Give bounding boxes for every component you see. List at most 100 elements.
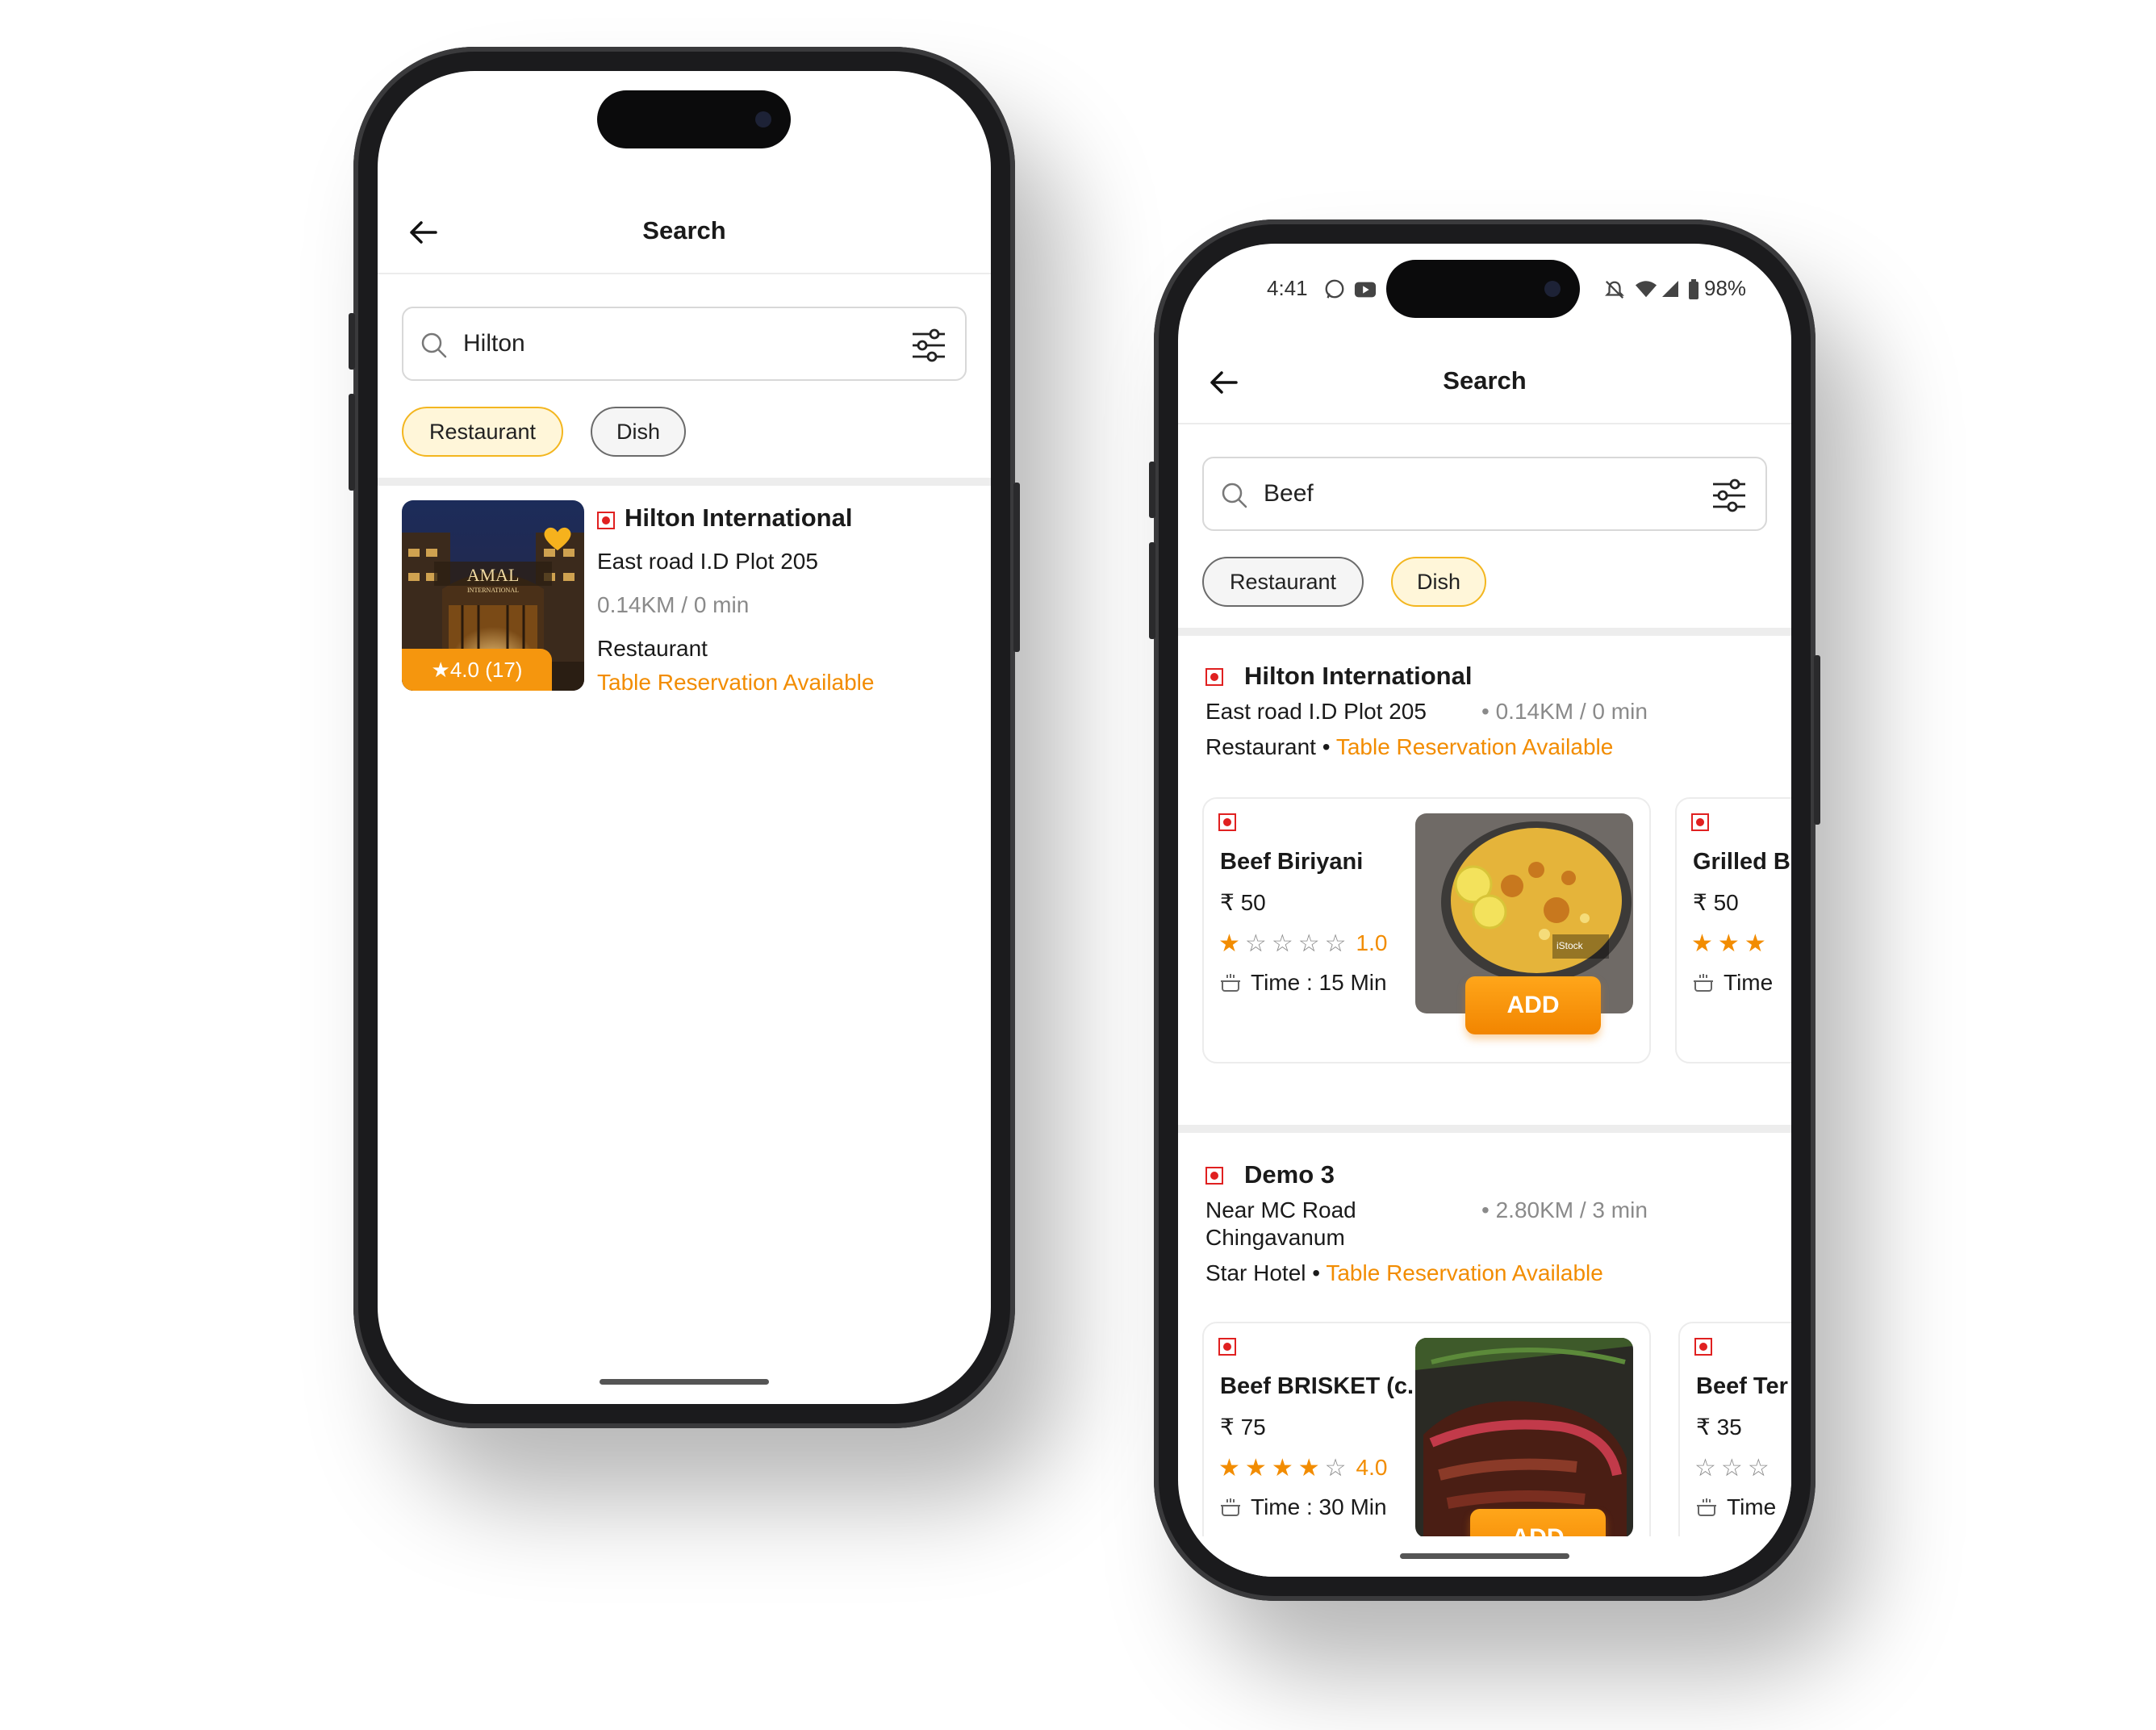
star-filled-icon: ★ xyxy=(1297,1454,1320,1481)
veg-indicator-icon xyxy=(597,512,615,529)
dish-time: Time : 15 Min xyxy=(1220,970,1387,996)
restaurant-category: Restaurant xyxy=(1205,734,1316,759)
restaurant-distance: 0.14KM / 0 min xyxy=(597,592,750,617)
dish-name: Grilled B xyxy=(1693,849,1790,875)
rating-badge-text: 4.0 (17) xyxy=(449,658,523,682)
filter-sliders-icon[interactable] xyxy=(910,328,947,363)
screen: 4:41 98% Search Beef Restaurant Dish Hil… xyxy=(1178,244,1791,1577)
time-text: Time xyxy=(1724,970,1774,995)
star-filled-icon: ★ xyxy=(1691,930,1713,957)
dish-name: Beef BRISKET (c... xyxy=(1220,1373,1427,1399)
chip-restaurant[interactable]: Restaurant xyxy=(402,407,563,457)
cooking-pot-icon xyxy=(1221,1498,1240,1516)
filter-sliders-icon[interactable] xyxy=(1711,478,1748,513)
restaurant-category: Restaurant xyxy=(597,636,708,661)
cooking-pot-icon xyxy=(1221,974,1240,992)
mute-bell-icon xyxy=(1605,280,1624,299)
dish-price: ₹ 50 xyxy=(1693,890,1739,915)
dish-price: ₹ 35 xyxy=(1696,1415,1742,1440)
restaurant-meta: Star Hotel • Table Reservation Available xyxy=(1205,1260,1603,1286)
hotel-sign-subtext: INTERNATIONAL xyxy=(467,587,519,594)
search-input[interactable]: Hilton xyxy=(402,307,967,381)
restaurant-name: Hilton International xyxy=(625,504,853,532)
dynamic-island xyxy=(597,90,791,148)
restaurant-name[interactable]: Hilton International xyxy=(1244,662,1472,691)
whatsapp-icon xyxy=(1325,279,1344,299)
restaurant-category: Star Hotel xyxy=(1205,1260,1306,1285)
home-indicator xyxy=(600,1379,769,1385)
restaurant-address: East road I.D Plot 205 xyxy=(597,549,818,574)
star-empty-icon: ☆ xyxy=(1244,930,1267,957)
divider xyxy=(1178,628,1791,636)
side-button xyxy=(1814,655,1820,825)
add-button[interactable]: ADD xyxy=(1465,976,1601,1034)
page-title: Search xyxy=(1443,366,1527,395)
header: Search xyxy=(378,192,991,274)
veg-indicator-icon xyxy=(1218,813,1236,831)
restaurant-address-line2: Chingavanum xyxy=(1205,1225,1345,1250)
restaurant-meta: Restaurant • Table Reservation Available xyxy=(1205,734,1613,760)
restaurant-address-line1: Near MC Road xyxy=(1205,1197,1356,1222)
veg-indicator-icon xyxy=(1694,1338,1712,1356)
side-button xyxy=(1149,462,1155,518)
reservation-status: Table Reservation Available xyxy=(1335,734,1614,759)
chip-dish[interactable]: Dish xyxy=(591,407,686,457)
star-empty-icon: ☆ xyxy=(1720,1454,1743,1481)
star-icon: ★ xyxy=(431,658,450,682)
divider xyxy=(378,478,991,486)
side-button xyxy=(349,313,355,370)
restaurant-name[interactable]: Demo 3 xyxy=(1244,1160,1335,1189)
dish-name: Beef Ter xyxy=(1696,1373,1788,1399)
wifi-icon xyxy=(1635,281,1657,298)
phone-left: Search Hilton Restaurant Dish AMAL INTER… xyxy=(349,47,1020,1428)
home-indicator xyxy=(1400,1553,1569,1559)
star-filled-icon: ★ xyxy=(1717,930,1740,957)
restaurant-address: East road I.D Plot 205 xyxy=(1205,699,1427,724)
star-filled-icon: ★ xyxy=(1271,1454,1293,1481)
chip-dish[interactable]: Dish xyxy=(1391,557,1486,607)
battery-icon xyxy=(1689,279,1698,299)
restaurant-distance: • 0.14KM / 0 min xyxy=(1481,699,1648,724)
distance-text: 0.14KM / 0 min xyxy=(1495,699,1648,724)
veg-indicator-icon xyxy=(1218,1338,1236,1356)
divider xyxy=(1178,1125,1791,1133)
dish-time: Time xyxy=(1693,970,1773,996)
rating-value: 4.0 xyxy=(1356,1455,1388,1480)
dish-price: ₹ 75 xyxy=(1220,1415,1266,1440)
dish-card[interactable]: Grilled B ₹ 50 ★ ★ ★ Time xyxy=(1675,797,1791,1063)
star-empty-icon: ☆ xyxy=(1324,1454,1347,1481)
reservation-status: Table Reservation Available xyxy=(597,670,875,695)
star-empty-icon: ☆ xyxy=(1324,930,1347,957)
screen: Search Hilton Restaurant Dish AMAL INTER… xyxy=(378,71,991,1404)
dish-rating: ☆ ☆ ☆ xyxy=(1694,1454,1774,1481)
star-filled-icon: ★ xyxy=(1218,930,1240,957)
favorite-heart-icon[interactable] xyxy=(542,524,573,552)
cooking-pot-icon xyxy=(1697,1498,1716,1516)
status-battery: 98% xyxy=(1704,276,1747,300)
side-button xyxy=(349,394,355,491)
reservation-status: Table Reservation Available xyxy=(1326,1260,1603,1285)
search-input[interactable]: Beef xyxy=(1202,457,1767,531)
veg-indicator-icon xyxy=(1205,1167,1223,1185)
star-empty-icon: ☆ xyxy=(1271,930,1293,957)
dynamic-island xyxy=(1386,260,1580,318)
dish-price: ₹ 50 xyxy=(1220,890,1266,915)
time-text: Time xyxy=(1727,1494,1777,1519)
star-filled-icon: ★ xyxy=(1244,1454,1267,1481)
hotel-sign-text: AMAL xyxy=(467,565,520,585)
phone-right: 4:41 98% Search Beef Restaurant Dish Hil… xyxy=(1149,219,1820,1601)
header: Search xyxy=(1178,342,1791,424)
dish-rating: ★ ☆ ☆ ☆ ☆ 1.0 xyxy=(1218,930,1387,957)
star-filled-icon: ★ xyxy=(1744,930,1766,957)
star-empty-icon: ☆ xyxy=(1694,1454,1716,1481)
restaurant-result[interactable]: AMAL INTERNATIONAL ★4.0 (17) Hilton Inte… xyxy=(402,500,967,702)
dish-time: Time : 30 Min xyxy=(1220,1494,1387,1520)
time-text: Time : 15 Min xyxy=(1251,970,1387,995)
chip-restaurant[interactable]: Restaurant xyxy=(1202,557,1364,607)
separator-dot: • xyxy=(1312,1260,1327,1285)
dish-card[interactable]: Beef Biriyani ₹ 50 ★ ☆ ☆ ☆ ☆ 1.0 Time : … xyxy=(1202,797,1651,1063)
star-empty-icon: ☆ xyxy=(1747,1454,1770,1481)
signal-icon xyxy=(1662,281,1678,297)
dish-rating: ★ ★ ★ xyxy=(1691,930,1771,957)
youtube-icon xyxy=(1354,282,1377,298)
